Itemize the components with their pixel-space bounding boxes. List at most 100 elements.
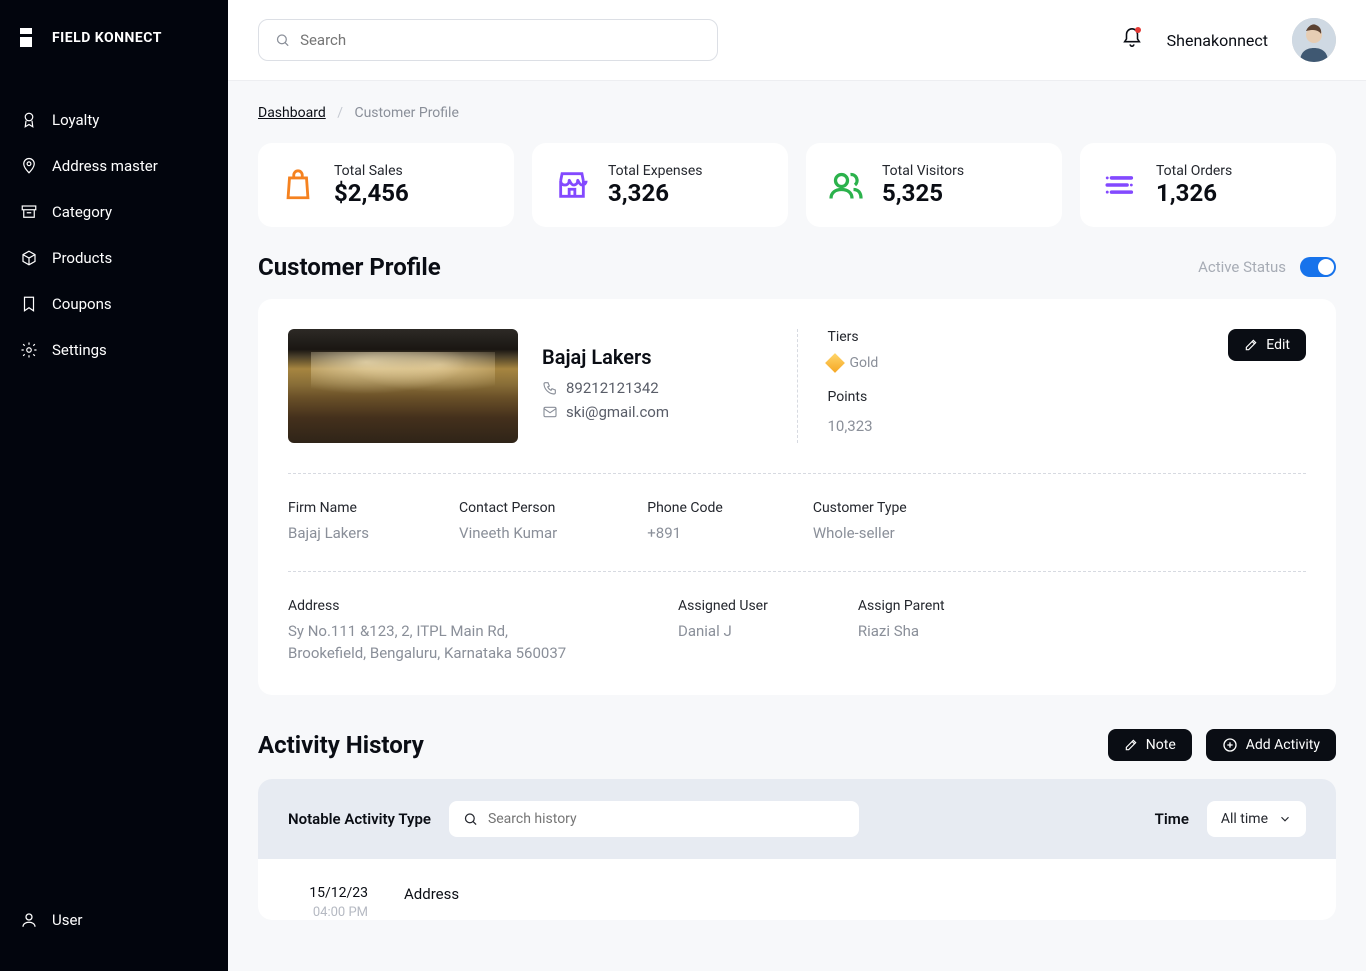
field-value: Sy No.111 &123, 2, ITPL Main Rd, Brookef… — [288, 620, 588, 665]
search-input-wrapper[interactable] — [258, 19, 718, 61]
sidebar-item-category[interactable]: Category — [0, 189, 228, 235]
tiers-label: Tiers — [828, 329, 879, 345]
edit-label: Edit — [1266, 337, 1290, 353]
field-value: Vineeth Kumar — [459, 522, 557, 545]
time-select[interactable]: All time — [1207, 801, 1306, 837]
breadcrumb-current: Customer Profile — [354, 105, 458, 121]
badge-icon — [20, 111, 38, 129]
stat-expenses: Total Expenses 3,326 — [532, 143, 788, 227]
stat-orders: Total Orders 1,326 — [1080, 143, 1336, 227]
customer-email: ski@gmail.com — [566, 403, 669, 421]
user-icon — [20, 911, 38, 929]
group-icon — [828, 167, 864, 203]
store-image — [288, 329, 518, 443]
field-label: Assign Parent — [858, 598, 945, 614]
notable-label: Notable Activity Type — [288, 810, 431, 828]
list-icon — [1102, 167, 1138, 203]
stat-value: 1,326 — [1156, 179, 1232, 207]
history-row: 15/12/23 04:00 PM Address — [258, 859, 1336, 920]
field-label: Address — [288, 598, 588, 614]
history-time: 04:00 PM — [288, 905, 368, 920]
search-input[interactable] — [300, 31, 701, 49]
history-search-wrapper[interactable] — [449, 801, 859, 837]
gear-icon — [20, 341, 38, 359]
field-label: Contact Person — [459, 500, 557, 516]
sidebar-item-label: Coupons — [52, 295, 112, 313]
history-item-title: Address — [404, 885, 459, 903]
sidebar-item-label: Settings — [52, 341, 107, 359]
stats-row: Total Sales $2,456 Total Expenses 3,326 — [258, 143, 1336, 227]
pencil-icon — [1124, 738, 1138, 752]
active-status-label: Active Status — [1198, 258, 1286, 276]
add-activity-button[interactable]: Add Activity — [1206, 729, 1336, 761]
search-icon — [275, 32, 290, 48]
stat-label: Total Orders — [1156, 163, 1232, 179]
field-value: +891 — [647, 522, 723, 545]
main: Shenakonnect Dashboard / Customer Profil… — [228, 0, 1366, 971]
note-button[interactable]: Note — [1108, 729, 1192, 761]
field-value: Bajaj Lakers — [288, 522, 369, 545]
active-status-toggle[interactable] — [1300, 257, 1336, 277]
tier-value: Gold — [850, 355, 879, 371]
avatar[interactable] — [1292, 18, 1336, 62]
chevron-down-icon — [1278, 812, 1292, 826]
sidebar-item-label: Products — [52, 249, 112, 267]
history-title: Activity History — [258, 731, 1094, 759]
sidebar-item-settings[interactable]: Settings — [0, 327, 228, 373]
box-icon — [20, 249, 38, 267]
field-label: Assigned User — [678, 598, 768, 614]
bag-icon — [280, 167, 316, 203]
stat-value: $2,456 — [334, 179, 409, 207]
toggle-knob — [1318, 259, 1334, 275]
page-title: Customer Profile — [258, 253, 441, 281]
stat-label: Total Visitors — [882, 163, 964, 179]
sidebar-item-label: Address master — [52, 157, 158, 175]
bookmark-icon — [20, 295, 38, 313]
store-icon — [554, 167, 590, 203]
search-icon — [463, 811, 478, 827]
avatar-image — [1292, 18, 1336, 62]
field-value: Whole-seller — [813, 522, 907, 545]
stat-visitors: Total Visitors 5,325 — [806, 143, 1062, 227]
diamond-icon — [825, 353, 845, 373]
field-value: Riazi Sha — [858, 620, 945, 643]
customer-name: Bajaj Lakers — [542, 345, 669, 369]
notification-dot-icon — [1135, 27, 1141, 33]
time-label: Time — [1155, 810, 1189, 828]
topbar: Shenakonnect — [228, 0, 1366, 81]
stat-label: Total Sales — [334, 163, 409, 179]
logo-mark-icon — [20, 28, 42, 47]
sidebar-item-products[interactable]: Products — [0, 235, 228, 281]
username: Shenakonnect — [1167, 31, 1268, 50]
profile-card: Bajaj Lakers 89212121342 ski@gmail.com — [258, 299, 1336, 695]
notifications-button[interactable] — [1121, 27, 1143, 53]
sidebar-user[interactable]: User — [0, 897, 228, 943]
sidebar-item-loyalty[interactable]: Loyalty — [0, 97, 228, 143]
nav: Loyalty Address master Category Products… — [0, 97, 228, 373]
points-value: 10,323 — [828, 417, 879, 435]
pencil-icon — [1244, 338, 1258, 352]
sidebar-item-address[interactable]: Address master — [0, 143, 228, 189]
breadcrumb: Dashboard / Customer Profile — [258, 105, 1336, 121]
history-date: 15/12/23 — [288, 885, 368, 901]
stat-value: 3,326 — [608, 179, 703, 207]
stat-sales: Total Sales $2,456 — [258, 143, 514, 227]
history-search-input[interactable] — [488, 811, 845, 827]
breadcrumb-link-root[interactable]: Dashboard — [258, 105, 326, 121]
edit-button[interactable]: Edit — [1228, 329, 1306, 361]
customer-phone: 89212121342 — [566, 379, 659, 397]
logo-text: FIELD KONNECT — [52, 30, 162, 46]
field-label: Customer Type — [813, 500, 907, 516]
logo: FIELD KONNECT — [0, 28, 228, 97]
sidebar-item-label: Category — [52, 203, 112, 221]
mail-icon — [542, 404, 558, 420]
field-label: Firm Name — [288, 500, 369, 516]
sidebar-item-coupons[interactable]: Coupons — [0, 281, 228, 327]
field-value: Danial J — [678, 620, 768, 643]
sidebar-user-label: User — [52, 911, 83, 929]
history-card: Notable Activity Type Time All time 15/1… — [258, 779, 1336, 920]
sidebar-item-label: Loyalty — [52, 111, 99, 129]
breadcrumb-sep: / — [337, 105, 343, 121]
add-activity-label: Add Activity — [1246, 737, 1320, 753]
note-label: Note — [1146, 737, 1176, 753]
